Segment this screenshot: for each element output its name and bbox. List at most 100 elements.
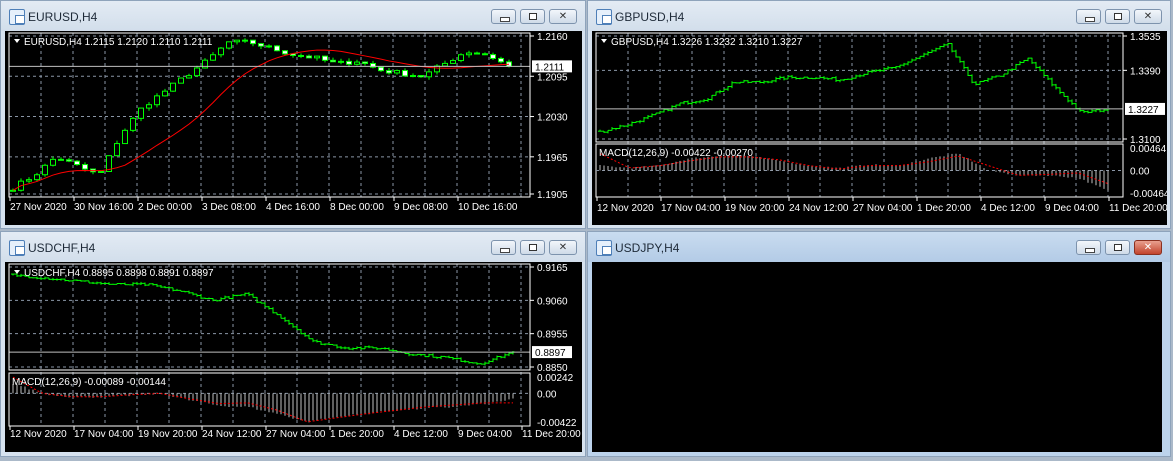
price-chart[interactable]: 0.91650.90600.89550.88500.8897USDCHF,H4 …	[5, 262, 582, 452]
collapse-triangle-icon	[601, 39, 607, 43]
price-axis-label: 1.2095	[537, 72, 568, 83]
macd-axis-label: -0.00422	[537, 418, 577, 429]
chart-window-usdchf[interactable]: USDCHF,H4 ✕ 0.9165 0.9060 0.8955 0.8850 0.88…	[0, 231, 586, 457]
candle-body	[386, 70, 392, 74]
restore-button[interactable]	[520, 240, 545, 255]
macd-axis-label: 0.00242	[537, 373, 574, 384]
candle-body	[114, 143, 120, 157]
window-title: USDJPY,H4	[615, 241, 680, 255]
window-title: EURUSD,H4	[28, 10, 98, 24]
time-axis-label: 9 Dec 04:00	[1045, 203, 1099, 214]
minimize-button[interactable]	[491, 9, 516, 24]
candle-body	[378, 66, 384, 72]
restore-button[interactable]	[1105, 9, 1130, 24]
title-bar[interactable]: EURUSD,H4 ✕	[1, 1, 585, 31]
candle-body	[394, 70, 400, 74]
close-button[interactable]: ✕	[1134, 9, 1162, 24]
chart-window-icon	[596, 240, 612, 256]
close-button[interactable]: ✕	[549, 9, 577, 24]
candle-body	[58, 158, 64, 161]
chart-area[interactable]: 1.3535 1.3390 1.3100 1.3227 GBPUSD,H4 1.3226…	[592, 31, 1170, 225]
candle-body	[314, 55, 320, 59]
candle-body	[498, 57, 504, 63]
current-price-label: 1.3227	[1128, 105, 1159, 116]
candle-body	[402, 70, 408, 77]
candle-body	[306, 55, 312, 59]
candle-body	[410, 75, 416, 78]
time-axis-label: 19 Nov 20:00	[138, 429, 198, 440]
time-axis-label: 9 Dec 08:00	[394, 202, 448, 213]
macd-axis-label: 0.00	[1130, 167, 1150, 178]
candle-body	[474, 52, 480, 55]
collapse-triangle-icon	[14, 270, 20, 274]
time-axis-label: 4 Dec 12:00	[394, 429, 448, 440]
price-chart[interactable]: 1.35351.33901.31001.3227GBPUSD,H4 1.3226…	[592, 31, 1170, 225]
time-axis-label: 24 Nov 12:00	[202, 429, 262, 440]
chart-window-gbpusd[interactable]: GBPUSD,H4 ✕ 1.3535 1.3390 1.3100 1.3227 GBPU…	[587, 0, 1171, 229]
candle-body	[298, 54, 304, 57]
candle-body	[186, 75, 192, 79]
time-axis-label: 11 Dec 20:00	[522, 429, 581, 440]
time-axis-label: 4 Dec 12:00	[981, 203, 1035, 214]
candle-body	[34, 174, 40, 181]
minimize-button[interactable]	[491, 240, 516, 255]
candle-body	[458, 54, 464, 62]
chart-area[interactable]	[592, 262, 1162, 452]
candle-body	[346, 60, 352, 65]
minimize-button[interactable]	[1076, 9, 1101, 24]
close-button[interactable]: ✕	[549, 240, 577, 255]
candle-body	[170, 82, 176, 92]
price-axis-label: 0.9060	[537, 296, 568, 307]
chart-window-eurusd[interactable]: EURUSD,H4 ✕ 1.2160 1.2095 1.2030 1.1965 1.19…	[0, 0, 586, 229]
current-price-label: 1.2111	[535, 62, 565, 73]
title-bar[interactable]: USDCHF,H4 ✕	[1, 232, 585, 262]
candle-body	[426, 71, 432, 78]
candle-body	[418, 75, 424, 78]
chart-area[interactable]: 1.2160 1.2095 1.2030 1.1965 1.1905 1.2111 EURU…	[5, 31, 582, 225]
chart-window-usdjpy[interactable]: USDJPY,H4 ✕	[587, 231, 1171, 457]
minimize-button[interactable]	[1076, 240, 1101, 255]
candle-body	[130, 117, 136, 131]
restore-button[interactable]	[1105, 240, 1130, 255]
price-axis-label: 0.9165	[537, 263, 568, 274]
candle-body	[450, 60, 456, 64]
close-button[interactable]: ✕	[1134, 240, 1162, 255]
price-axis-label: 1.1965	[537, 153, 568, 164]
window-title: USDCHF,H4	[28, 241, 96, 255]
chart-header: GBPUSD,H4 1.3226 1.3232 1.3210 1.3227	[611, 37, 803, 48]
price-axis-label: 0.8955	[537, 330, 568, 341]
title-bar[interactable]: USDJPY,H4 ✕	[588, 232, 1170, 262]
current-price-label: 0.8897	[535, 348, 566, 359]
candle-body	[74, 160, 80, 166]
candle-body	[194, 67, 200, 77]
price-axis-label: 1.2160	[537, 32, 568, 43]
macd-axis-label: 0.00464	[1130, 144, 1167, 155]
chart-window-icon	[9, 9, 25, 25]
time-axis-label: 17 Nov 04:00	[661, 203, 721, 214]
candle-body	[442, 62, 448, 67]
candle-body	[330, 59, 336, 63]
candle-body	[234, 39, 240, 43]
candle-body	[50, 158, 56, 166]
macd-axis-label: -0.00464	[1130, 189, 1167, 200]
time-axis-label: 19 Nov 20:00	[725, 203, 785, 214]
plot-frame	[8, 32, 531, 198]
candle-body	[354, 61, 360, 65]
candle-body	[282, 50, 288, 55]
chart-area[interactable]: 0.9165 0.9060 0.8955 0.8850 0.8897 USDCHF,H4 …	[5, 262, 582, 452]
candle-body	[274, 45, 280, 52]
candle-body	[322, 55, 328, 61]
price-axis-label: 1.3390	[1130, 66, 1161, 77]
candle-body	[226, 41, 232, 49]
candle-body	[466, 52, 472, 56]
time-axis-label: 12 Nov 2020	[10, 429, 67, 440]
time-axis-label: 11 Dec 20:00	[1109, 203, 1167, 214]
candle-body	[138, 107, 144, 119]
time-axis-label: 8 Dec 00:00	[330, 202, 384, 213]
restore-button[interactable]	[520, 9, 545, 24]
title-bar[interactable]: GBPUSD,H4 ✕	[588, 1, 1170, 31]
candle-body	[258, 43, 264, 47]
price-chart[interactable]: 1.2160 1.2095 1.2030 1.1965 1.1905 1.2111 EURU…	[5, 31, 582, 225]
candle-body	[210, 54, 216, 61]
price-axis-label: 1.3535	[1130, 32, 1161, 43]
